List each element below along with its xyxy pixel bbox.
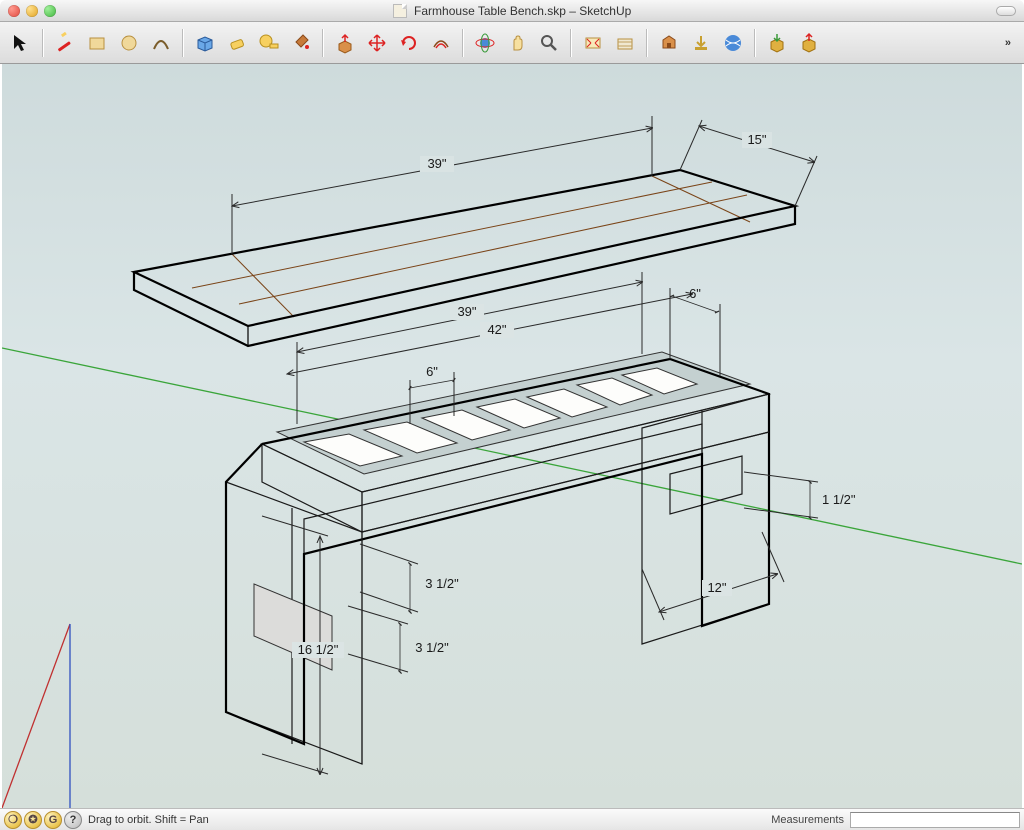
svg-text:16 1/2": 16 1/2" (298, 642, 339, 657)
svg-text:6": 6" (689, 286, 701, 301)
hint-person-icon[interactable]: ✪ (24, 811, 42, 829)
push-pull-tool[interactable] (330, 28, 360, 58)
measurements-label: Measurements (771, 814, 844, 826)
measurements-input[interactable] (850, 812, 1020, 828)
rotate-tool[interactable] (394, 28, 424, 58)
arc-tool[interactable] (146, 28, 176, 58)
dim-top-length: 39" (232, 116, 652, 254)
add-location-tool[interactable] (610, 28, 640, 58)
select-tool[interactable] (6, 28, 36, 58)
status-icons: ❍ ✪ G ? (4, 811, 82, 829)
warehouse-share-tool[interactable] (686, 28, 716, 58)
zoom-tool[interactable] (534, 28, 564, 58)
svg-text:1 1/2": 1 1/2" (822, 492, 856, 507)
erase-tool[interactable] (222, 28, 252, 58)
svg-text:3 1/2": 3 1/2" (425, 576, 459, 591)
upload-model-tool[interactable] (794, 28, 824, 58)
offset-tool[interactable] (426, 28, 456, 58)
toolbar-toggle-icon[interactable] (996, 6, 1016, 16)
bench-frame (226, 352, 769, 764)
download-model-tool[interactable] (762, 28, 792, 58)
svg-text:12": 12" (707, 580, 726, 595)
circle-tool[interactable] (114, 28, 144, 58)
axis-red (2, 624, 70, 808)
line-tool[interactable] (50, 28, 80, 58)
dim-apron-lower: 3 1/2" (348, 606, 449, 672)
status-hint: Drag to orbit. Shift = Pan (88, 814, 209, 826)
window-title-text: Farmhouse Table Bench.skp – SketchUp (414, 4, 631, 18)
toolbar: » (0, 22, 1024, 64)
dim-apron-upper: 3 1/2" (360, 544, 459, 612)
svg-text:6": 6" (426, 364, 438, 379)
rectangle-tool[interactable] (82, 28, 112, 58)
make-component-tool[interactable] (190, 28, 220, 58)
orbit-tool[interactable] (470, 28, 500, 58)
toolbar-overflow-icon[interactable]: » (999, 37, 1018, 49)
dim-top-width: 15" (680, 120, 817, 206)
viewport[interactable]: 39" 15" (2, 64, 1022, 808)
help-icon[interactable]: ? (64, 811, 82, 829)
title-bar: Farmhouse Table Bench.skp – SketchUp (0, 0, 1024, 22)
document-icon (393, 4, 407, 18)
svg-text:39": 39" (457, 304, 476, 319)
svg-text:3 1/2": 3 1/2" (415, 640, 449, 655)
dim-stretcher: 1 1/2" (744, 472, 856, 518)
svg-text:39": 39" (427, 156, 446, 171)
zoom-extents-tool[interactable] (578, 28, 608, 58)
move-tool[interactable] (362, 28, 392, 58)
status-bar: ❍ ✪ G ? Drag to orbit. Shift = Pan Measu… (0, 808, 1024, 830)
window-title: Farmhouse Table Bench.skp – SketchUp (0, 4, 1024, 18)
hint-geo-icon[interactable]: G (44, 811, 62, 829)
model-canvas[interactable]: 39" 15" (2, 64, 1022, 808)
warehouse-get-tool[interactable] (654, 28, 684, 58)
svg-text:15": 15" (747, 132, 766, 147)
tape-measure-tool[interactable] (254, 28, 284, 58)
google-earth-tool[interactable] (718, 28, 748, 58)
paint-bucket-tool[interactable] (286, 28, 316, 58)
hint-bulb-icon[interactable]: ❍ (4, 811, 22, 829)
pan-tool[interactable] (502, 28, 532, 58)
svg-text:42": 42" (487, 322, 506, 337)
